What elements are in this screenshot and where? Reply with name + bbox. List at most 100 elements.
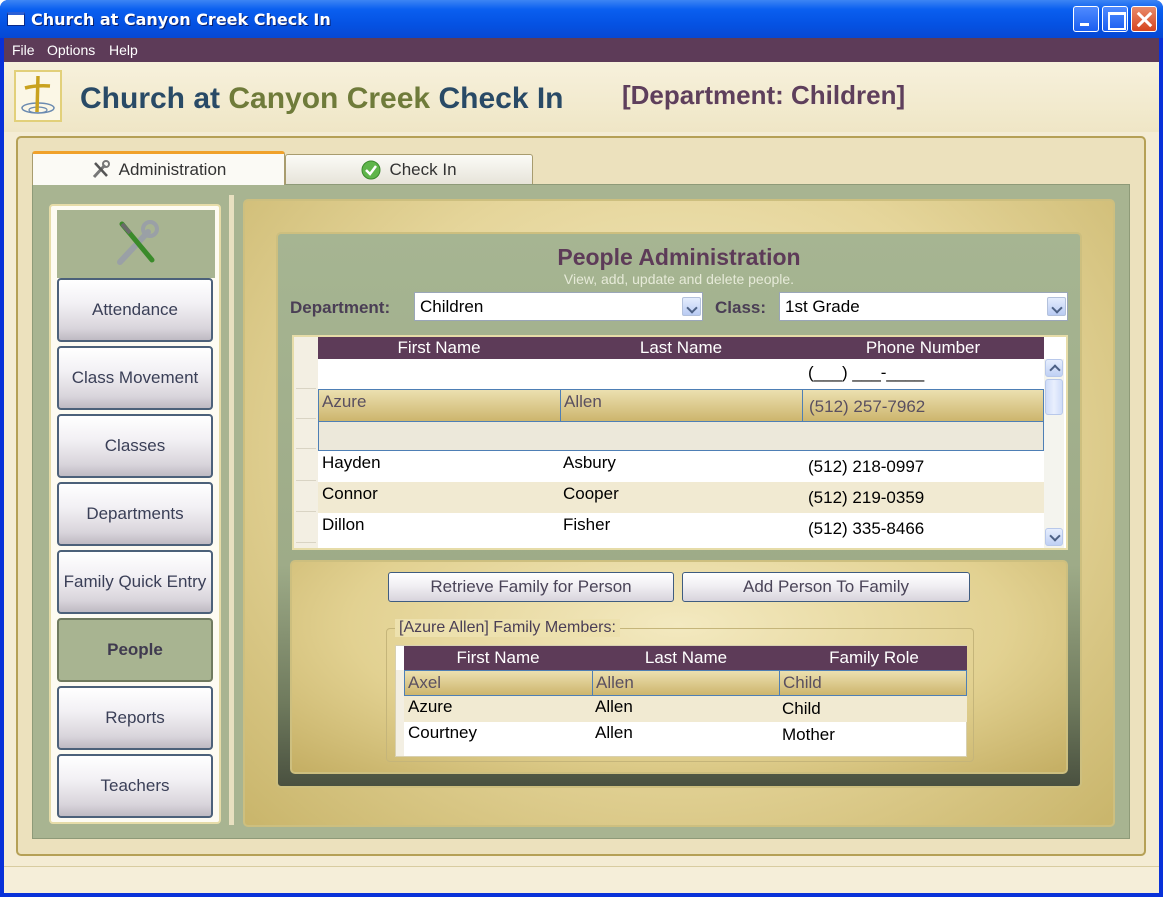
cell-last-name: Cooper bbox=[563, 484, 619, 503]
add-person-to-family-button[interactable]: Add Person To Family bbox=[682, 572, 970, 602]
table-row[interactable]: Connor Cooper (512) 219-0359 bbox=[318, 482, 1044, 513]
family-row[interactable]: Courtney Allen Mother bbox=[404, 722, 967, 748]
table-row-detail bbox=[318, 422, 1044, 451]
menu-bar: File Options Help bbox=[4, 38, 1159, 62]
cell-phone: (512) 218-0997 bbox=[808, 457, 925, 476]
cell-phone: (512) 257-7962 bbox=[809, 397, 926, 416]
menu-help[interactable]: Help bbox=[109, 42, 138, 58]
check-icon bbox=[361, 160, 381, 180]
family-members-grid: First Name Last Name Family Role Axel Al… bbox=[395, 645, 967, 757]
tab-administration[interactable]: Administration bbox=[32, 151, 285, 185]
class-select-value: 1st Grade bbox=[785, 297, 860, 316]
tab-check-in[interactable]: Check In bbox=[285, 154, 533, 185]
people-admin-title: People Administration bbox=[557, 244, 801, 270]
department-select[interactable]: Children bbox=[414, 292, 703, 321]
column-header-last-name[interactable]: Last Name bbox=[592, 648, 780, 668]
nav-departments[interactable]: Departments bbox=[57, 482, 213, 546]
cell-last-name: Allen bbox=[564, 392, 602, 411]
department-label: Department: bbox=[290, 298, 391, 317]
family-row[interactable]: Azure Allen Child bbox=[404, 696, 967, 722]
column-header-first-name[interactable]: First Name bbox=[404, 648, 592, 668]
people-grid-header: First Name Last Name Phone Number bbox=[318, 337, 1044, 359]
cell-last-name: Fisher bbox=[563, 515, 611, 534]
table-row-selected[interactable]: Azure Allen (512) 257-7962 bbox=[318, 389, 1044, 422]
class-select[interactable]: 1st Grade bbox=[779, 292, 1068, 321]
cell-first-name: Azure bbox=[408, 697, 453, 716]
cell-first-name: Connor bbox=[322, 484, 378, 503]
cell-last-name: Allen bbox=[595, 697, 633, 716]
window-title: Church at Canyon Creek Check In bbox=[31, 10, 331, 29]
department-heading: [Department: Children] bbox=[622, 80, 906, 110]
family-panel: Retrieve Family for Person Add Person To… bbox=[290, 560, 1068, 774]
cell-phone: (512) 335-8466 bbox=[808, 519, 925, 538]
nav-class-movement[interactable]: Class Movement bbox=[57, 346, 213, 410]
app-header: Church at Canyon Creek Check In [Departm… bbox=[4, 62, 1159, 132]
people-grid-scrollbar[interactable] bbox=[1044, 359, 1064, 548]
table-row[interactable]: Hayden Asbury (512) 218-0997 bbox=[318, 451, 1044, 481]
tools-icon bbox=[91, 159, 111, 180]
people-admin-subtitle: View, add, update and delete people. bbox=[563, 271, 795, 287]
nav-attendance[interactable]: Attendance bbox=[57, 278, 213, 342]
cell-phone: (512) 219-0359 bbox=[808, 488, 925, 507]
department-select-value: Children bbox=[420, 297, 484, 316]
table-row[interactable]: Dillon Fisher (512) 335-8466 bbox=[318, 513, 1044, 543]
family-members-label: [Azure Allen] Family Members: bbox=[395, 619, 620, 637]
app-window: Church at Canyon Creek Check In File Opt… bbox=[0, 0, 1163, 897]
cell-first-name: Courtney bbox=[408, 723, 477, 742]
admin-nav-header bbox=[57, 210, 215, 278]
cell-first-name: Axel bbox=[408, 673, 442, 692]
cell-first-name: Hayden bbox=[322, 453, 381, 472]
grid-row-headers bbox=[396, 670, 404, 756]
cell-family-role: Mother bbox=[782, 725, 835, 744]
cell-last-name: Asbury bbox=[563, 453, 616, 472]
table-row-new[interactable]: (___) ___-____ bbox=[318, 359, 1044, 389]
close-button[interactable] bbox=[1131, 6, 1157, 32]
status-bar bbox=[4, 866, 1159, 893]
church-logo-icon bbox=[14, 70, 62, 122]
scroll-thumb[interactable] bbox=[1045, 379, 1063, 415]
nav-teachers[interactable]: Teachers bbox=[57, 754, 213, 818]
chevron-down-icon[interactable] bbox=[1047, 297, 1066, 316]
nav-splitter[interactable] bbox=[229, 195, 234, 825]
app-title: Church at Canyon Creek Check In bbox=[80, 82, 564, 116]
minimize-button[interactable] bbox=[1073, 6, 1099, 32]
menu-options[interactable]: Options bbox=[47, 42, 95, 58]
nav-reports[interactable]: Reports bbox=[57, 686, 213, 750]
retrieve-family-button[interactable]: Retrieve Family for Person bbox=[388, 572, 674, 602]
column-header-phone[interactable]: Phone Number bbox=[802, 338, 1044, 358]
title-bar[interactable]: Church at Canyon Creek Check In bbox=[0, 0, 1163, 38]
tab-administration-label: Administration bbox=[118, 159, 227, 179]
app-title-part1: Church at bbox=[80, 82, 221, 115]
cell-last-name: Allen bbox=[595, 723, 633, 742]
scroll-down-icon[interactable] bbox=[1045, 528, 1063, 546]
cell-family-role: Child bbox=[782, 699, 821, 718]
people-grid: First Name Last Name Phone Number (___) … bbox=[292, 335, 1068, 550]
cell-first-name: Azure bbox=[322, 392, 367, 411]
family-members-group: [Azure Allen] Family Members: First Name… bbox=[386, 619, 974, 762]
nav-family-quick-entry[interactable]: Family Quick Entry bbox=[57, 550, 213, 614]
app-title-part3: Check In bbox=[438, 82, 564, 115]
family-row-selected[interactable]: Axel Allen Child bbox=[404, 670, 967, 696]
grid-row-headers bbox=[294, 337, 318, 548]
client-area: File Options Help Church at Canyon Creek… bbox=[4, 38, 1159, 893]
menu-file[interactable]: File bbox=[12, 42, 35, 58]
column-header-family-role[interactable]: Family Role bbox=[780, 648, 968, 668]
phone-mask: (___) ___-____ bbox=[808, 363, 925, 382]
app-title-part2: Canyon Creek bbox=[228, 82, 431, 115]
maximize-button[interactable] bbox=[1102, 6, 1128, 32]
nav-classes[interactable]: Classes bbox=[57, 414, 213, 478]
cell-last-name: Allen bbox=[596, 673, 634, 692]
people-admin-panel: People Administration View, add, update … bbox=[276, 232, 1082, 788]
family-grid-header: First Name Last Name Family Role bbox=[404, 646, 967, 670]
scroll-up-icon[interactable] bbox=[1045, 359, 1063, 377]
tools-icon bbox=[112, 218, 162, 273]
class-label: Class: bbox=[715, 298, 767, 317]
cell-family-role: Child bbox=[783, 673, 822, 692]
cell-first-name: Dillon bbox=[322, 515, 365, 534]
column-header-last-name[interactable]: Last Name bbox=[560, 338, 802, 358]
nav-people[interactable]: People bbox=[57, 618, 213, 682]
window-icon bbox=[7, 12, 25, 26]
chevron-down-icon[interactable] bbox=[682, 297, 701, 316]
column-header-first-name[interactable]: First Name bbox=[318, 338, 560, 358]
admin-nav: Attendance Class Movement Classes Depart… bbox=[49, 204, 221, 824]
